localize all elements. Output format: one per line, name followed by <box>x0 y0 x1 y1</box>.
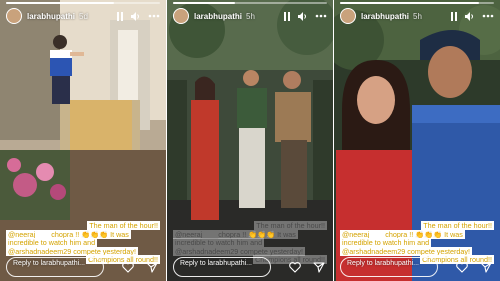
send-icon[interactable] <box>313 262 325 273</box>
story-actions <box>289 262 325 273</box>
more-dots-icon[interactable] <box>315 14 327 18</box>
story-panel-3[interactable]: larabhupathi 5h The man of the hour!! @n… <box>334 0 500 281</box>
pause-icon[interactable] <box>283 11 291 21</box>
story-panel-1[interactable]: larabhupathi 5d The man of the hour!! @n… <box>0 0 166 281</box>
heart-icon[interactable] <box>456 262 468 273</box>
mention-link[interactable]: @arshadnadeem29 <box>342 247 405 256</box>
story-progress-bar <box>173 2 327 4</box>
story-actions <box>456 262 492 273</box>
story-controls <box>116 11 160 21</box>
avatar[interactable] <box>340 8 356 24</box>
story-timestamp: 5d <box>79 11 88 21</box>
more-dots-icon[interactable] <box>482 14 494 18</box>
story-progress-fill <box>173 2 235 4</box>
story-progress-bar <box>340 2 494 4</box>
speaker-icon[interactable] <box>465 11 475 21</box>
story-progress-fill <box>6 2 114 4</box>
heart-icon[interactable] <box>122 262 134 273</box>
reply-input[interactable]: Reply to larabhupathi... <box>173 257 271 277</box>
story-controls <box>450 11 494 21</box>
mention-link[interactable]: @arshadnadeem29 <box>175 247 238 256</box>
story-timestamp: 5h <box>246 11 255 21</box>
pause-icon[interactable] <box>450 11 458 21</box>
heart-icon[interactable] <box>289 262 301 273</box>
story-username[interactable]: larabhupathi <box>361 12 409 21</box>
avatar[interactable] <box>6 8 22 24</box>
reply-input[interactable]: Reply to larabhupathi... <box>6 257 104 277</box>
speaker-icon[interactable] <box>298 11 308 21</box>
story-username[interactable]: larabhupathi <box>194 12 242 21</box>
story-progress-fill <box>340 2 479 4</box>
story-header: larabhupathi 5h <box>173 8 327 24</box>
story-actions <box>122 262 158 273</box>
story-strip: larabhupathi 5d The man of the hour!! @n… <box>0 0 500 281</box>
story-panel-2[interactable]: larabhupathi 5h The man of the hour!! @n… <box>167 0 333 281</box>
story-header: larabhupathi 5d <box>6 8 160 24</box>
mention-link[interactable]: @arshadnadeem29 <box>8 247 71 256</box>
avatar[interactable] <box>173 8 189 24</box>
story-progress-bar <box>6 2 160 4</box>
story-controls <box>283 11 327 21</box>
pause-icon[interactable] <box>116 11 124 21</box>
story-timestamp: 5h <box>413 11 422 21</box>
story-username[interactable]: larabhupathi <box>27 12 75 21</box>
send-icon[interactable] <box>146 262 158 273</box>
send-icon[interactable] <box>480 262 492 273</box>
speaker-icon[interactable] <box>131 11 141 21</box>
story-header: larabhupathi 5h <box>340 8 494 24</box>
reply-input[interactable]: Reply to larabhupathi... <box>340 257 438 277</box>
more-dots-icon[interactable] <box>148 14 160 18</box>
